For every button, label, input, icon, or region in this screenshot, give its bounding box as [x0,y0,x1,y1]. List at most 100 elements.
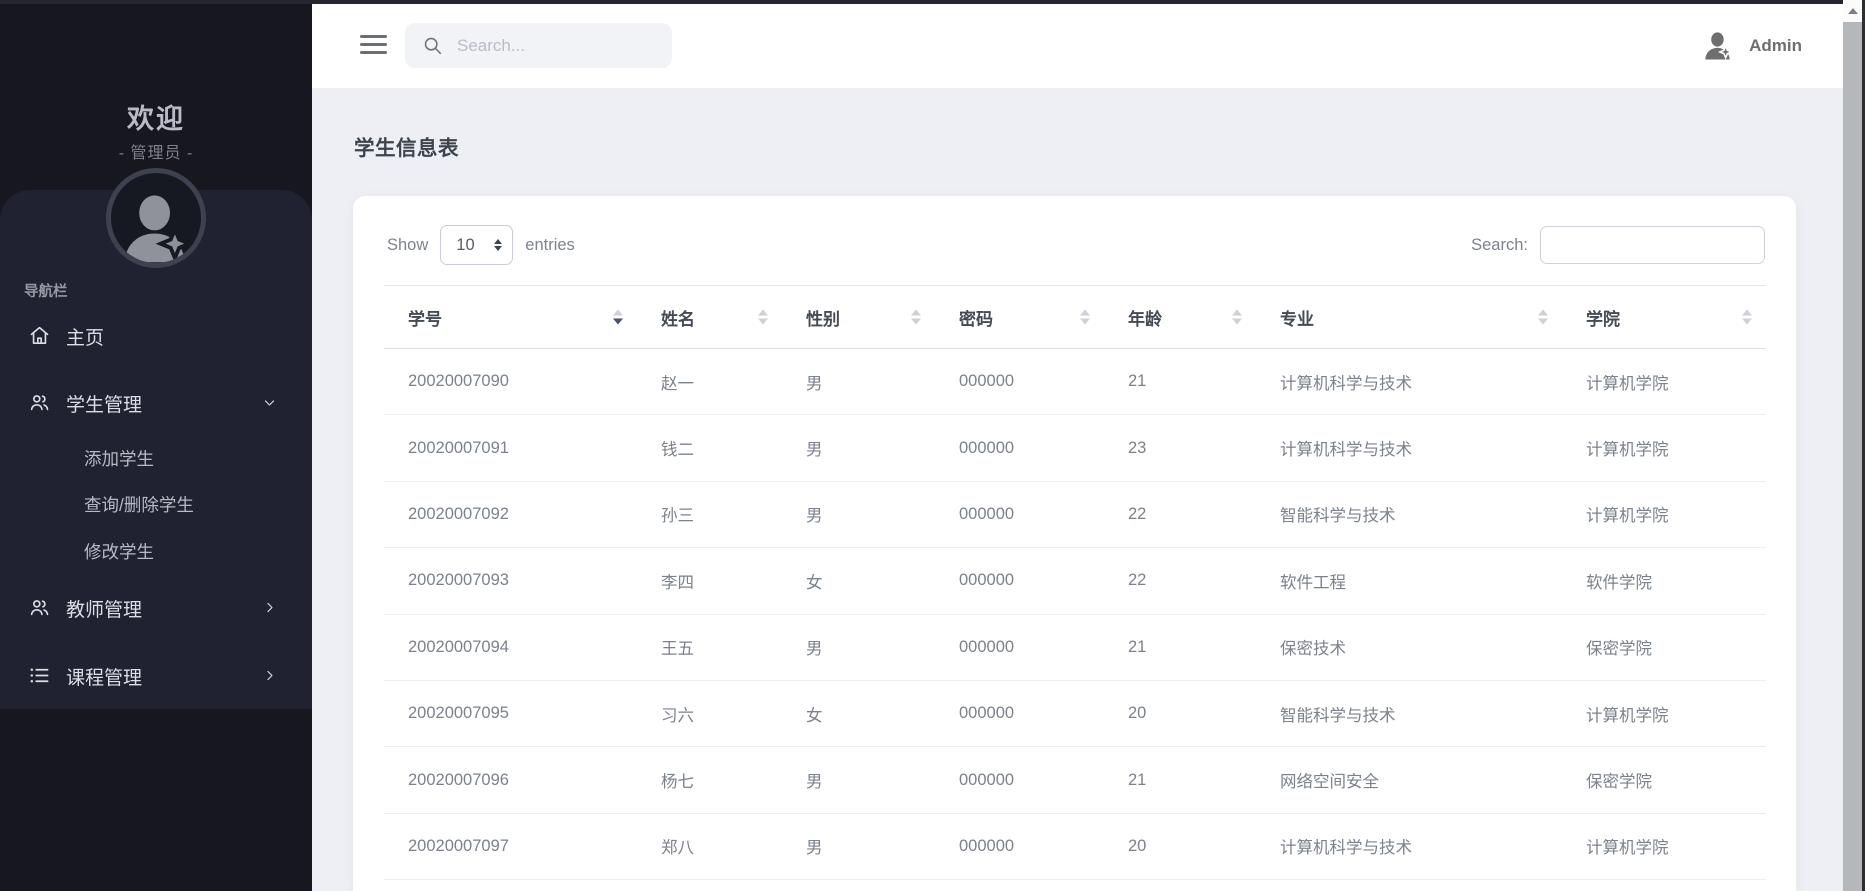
column-header-age[interactable]: 年龄 [1104,285,1256,349]
home-icon [28,324,51,347]
cell-student-id: 20020007091 [384,414,637,482]
sidebar-subitem-query-delete-student[interactable]: 查询/删除学生 [84,492,194,516]
cell-student-id: 20020007092 [384,481,637,549]
show-label: Show [387,235,429,254]
sidebar-item-label: 主页 [66,328,105,349]
cell-password: 000000 [935,348,1104,416]
column-header-name[interactable]: 姓名 [637,285,782,349]
cell-name: 赵一 [637,348,782,416]
cell-age: 21 [1104,746,1256,814]
avatar [106,168,206,268]
cell-college: 保密学院 [1562,746,1766,814]
cell-name: 郑八 [637,813,782,881]
cell-age: 23 [1104,414,1256,482]
cell-major: 计算机科学与技术 [1256,813,1562,881]
scrollbar-thumb[interactable] [1843,0,1862,891]
sidebar-item-label: 教师管理 [66,600,143,621]
cell-name: 钱二 [637,414,782,482]
select-arrows-icon [494,239,503,251]
table-search-input[interactable] [1540,226,1765,264]
entries-label: entries [525,235,575,254]
cell-major: 智能科学与技术 [1256,680,1562,748]
chevron-down-icon [262,395,277,410]
cell-college: 软件学院 [1562,547,1766,615]
cell-password: 000000 [935,481,1104,549]
cell-age: 20 [1104,680,1256,748]
cell-college: 计算机学院 [1562,414,1766,482]
hamburger-icon[interactable] [360,35,387,56]
scroll-up-arrow-icon[interactable] [1843,0,1862,22]
vertical-scrollbar [1843,0,1865,891]
sidebar: 欢迎 - 管理员 - 导航栏 主页 学生管理 添加学生 查询/删除学生 修改学生… [0,0,312,891]
table-row: 20020007096 杨七 男 000000 21 网络空间安全 保密学院 [384,746,1766,814]
welcome-subtitle: - 管理员 - [118,145,194,162]
students-table: 学号 姓名 性别 密码 年龄 专业 学院 20020007090 赵一 男 00… [384,285,1766,881]
cell-gender: 男 [782,414,935,482]
sort-arrows-icon [1232,309,1242,325]
column-header-major[interactable]: 专业 [1256,285,1562,349]
table-header-row: 学号 姓名 性别 密码 年龄 专业 学院 [384,285,1766,349]
main-content: 学生信息表 Show 10 entries Search: 学号 姓名 性别 密… [312,88,1843,891]
column-header-gender[interactable]: 性别 [782,285,935,349]
cell-age: 21 [1104,614,1256,681]
table-row: 20020007092 孙三 男 000000 22 智能科学与技术 计算机学院 [384,481,1766,549]
sidebar-item-home[interactable]: 主页 [0,321,312,351]
cell-gender: 男 [782,614,935,681]
sort-arrows-icon [1080,309,1090,325]
sidebar-item-course-mgmt[interactable]: 课程管理 [0,661,312,691]
cell-name: 王五 [637,614,782,681]
cell-password: 000000 [935,547,1104,615]
sidebar-item-label: 学生管理 [66,395,143,416]
table-search-label: Search: [1471,235,1528,254]
sidebar-subitem-add-student[interactable]: 添加学生 [84,446,154,470]
people-icon [28,391,51,414]
sidebar-item-student-mgmt[interactable]: 学生管理 [0,388,312,418]
cell-gender: 男 [782,813,935,881]
cell-student-id: 20020007090 [384,348,637,416]
cell-student-id: 20020007096 [384,746,637,814]
cell-password: 000000 [935,614,1104,681]
cell-student-id: 20020007093 [384,547,637,615]
cell-college: 计算机学院 [1562,348,1766,416]
cell-college: 计算机学院 [1562,813,1766,881]
cell-age: 22 [1104,547,1256,615]
chevron-right-icon [262,600,277,615]
cell-password: 000000 [935,746,1104,814]
page-length-select[interactable]: 10 [440,225,514,265]
column-header-student-id[interactable]: 学号 [384,285,637,349]
cell-major: 网络空间安全 [1256,746,1562,814]
cell-age: 22 [1104,481,1256,549]
cell-gender: 女 [782,680,935,748]
cell-student-id: 20020007094 [384,614,637,681]
cell-password: 000000 [935,680,1104,748]
column-header-college[interactable]: 学院 [1562,285,1766,349]
table-row: 20020007094 王五 男 000000 21 保密技术 保密学院 [384,614,1766,681]
table-row: 20020007095 习六 女 000000 20 智能科学与技术 计算机学院 [384,680,1766,748]
page-length-value: 10 [456,235,475,254]
sort-arrows-icon [1538,309,1548,325]
people-icon [28,596,51,619]
search-icon [424,37,442,55]
sidebar-item-teacher-mgmt[interactable]: 教师管理 [0,593,312,623]
cell-college: 计算机学院 [1562,481,1766,549]
person-star-icon [1705,32,1734,60]
user-menu[interactable]: Admin [1701,4,1802,88]
sidebar-item-label: 课程管理 [66,668,143,689]
sort-arrows-icon [911,309,921,325]
cell-major: 计算机科学与技术 [1256,348,1562,416]
table-row: 20020007093 李四 女 000000 22 软件工程 软件学院 [384,547,1766,615]
column-label: 密码 [959,309,993,329]
person-star-icon [124,195,195,263]
column-header-password[interactable]: 密码 [935,285,1104,349]
app-window: 欢迎 - 管理员 - 导航栏 主页 学生管理 添加学生 查询/删除学生 修改学生… [0,0,1865,891]
table-row: 20020007090 赵一 男 000000 21 计算机科学与技术 计算机学… [384,348,1766,416]
cell-age: 20 [1104,813,1256,881]
sidebar-subitem-modify-student[interactable]: 修改学生 [84,539,154,563]
column-label: 学号 [408,309,442,329]
list-icon [28,664,51,687]
topbar-search-input[interactable] [455,34,659,57]
cell-gender: 男 [782,348,935,416]
cell-name: 习六 [637,680,782,748]
table-row: 20020007091 钱二 男 000000 23 计算机科学与技术 计算机学… [384,414,1766,482]
topbar: Admin [312,4,1843,88]
